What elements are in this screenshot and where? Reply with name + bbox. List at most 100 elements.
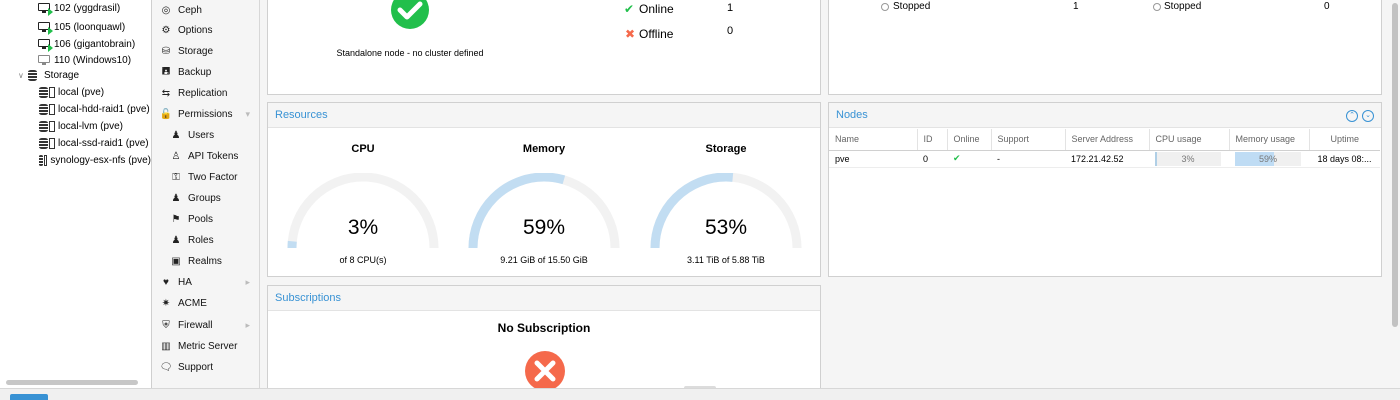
tree-item-label: 106 (gigantobrain) <box>54 39 136 50</box>
users-icon: ♟ <box>171 193 181 204</box>
menu-item-support[interactable]: 🗨 Support <box>152 357 259 378</box>
shield-icon: ⛨ <box>162 320 170 331</box>
tree-item-storage-local-hdd-raid1[interactable]: local-hdd-raid1 (pve) <box>39 101 150 118</box>
memory-usage-bar: 59% <box>1235 151 1301 166</box>
retweet-icon: ⇆ <box>161 88 171 99</box>
floppy-icon: 🖪 <box>161 66 171 77</box>
gauge-detail-cpu: of 8 CPU(s) <box>339 255 387 265</box>
gauge-value-storage: 53% <box>704 216 748 239</box>
vm-stopped-count: 1 <box>1073 1 1079 12</box>
resources-panel-title: Resources <box>268 103 820 128</box>
tree-item-storage-synology[interactable]: synology-esx-nfs (pve) <box>39 152 151 169</box>
vm-running-icon <box>38 39 53 52</box>
tree-item-label: local-hdd-raid1 (pve) <box>58 104 150 115</box>
vertical-scrollbar[interactable] <box>1392 3 1398 327</box>
cell-id: 0 <box>917 150 947 168</box>
menu-item-realms[interactable]: ▣ Realms <box>152 251 259 272</box>
chevron-down-icon[interactable]: ∨ <box>18 71 26 80</box>
cluster-status-text: Standalone node - no cluster defined <box>336 48 484 58</box>
chevron-right-icon[interactable]: ▸ <box>245 277 250 288</box>
storage-icon <box>39 155 43 166</box>
tree-item-vm-102[interactable]: 102 (yggdrasil) <box>38 0 120 17</box>
tree-item-vm-105[interactable]: 105 (loonquawl) <box>38 19 125 36</box>
heartbeat-icon: ♥ <box>163 277 169 288</box>
menu-item-backup[interactable]: 🖪 Backup <box>152 62 259 83</box>
column-header-server-address[interactable]: Server Address <box>1065 129 1150 151</box>
storage-icon <box>39 87 48 98</box>
ct-stopped-label: Stopped <box>1164 1 1202 12</box>
stopped-icon <box>1153 3 1161 11</box>
column-header-uptime[interactable]: Uptime <box>1309 129 1380 151</box>
close-icon: ✖ <box>625 27 636 41</box>
tree-item-storage-local-ssd-raid1[interactable]: local-ssd-raid1 (pve) <box>39 135 149 152</box>
gauge-title-memory: Memory <box>522 143 566 155</box>
cpu-usage-bar: 3% <box>1155 151 1221 166</box>
column-header-cpu-usage[interactable]: CPU usage <box>1149 129 1230 151</box>
collapse-up-icon[interactable]: ⌃ <box>1346 110 1358 122</box>
tree-item-label: local-lvm (pve) <box>58 121 124 132</box>
column-header-support[interactable]: Support <box>991 129 1066 151</box>
certificate-icon: ✷ <box>161 298 171 309</box>
menu-item-ha[interactable]: ♥ HA ▸ <box>152 272 259 293</box>
vm-running-icon <box>38 22 53 35</box>
column-header-online[interactable]: Online <box>947 129 992 151</box>
address-book-icon: ▣ <box>171 256 181 267</box>
cell-address: 172.21.42.52 <box>1065 150 1149 168</box>
tree-item-label: local (pve) <box>58 87 105 98</box>
menu-item-replication[interactable]: ⇆ Replication <box>152 83 259 104</box>
resources-panel: Resources CPU 3% of 8 CPU(s) Memory 59% … <box>267 102 821 277</box>
tree-item-storage-folder[interactable]: ∨ Storage <box>18 67 79 84</box>
menu-item-metric-server[interactable]: ▥ Metric Server <box>152 336 259 357</box>
menu-item-ceph[interactable]: ◎ Ceph <box>152 0 259 21</box>
storage-folder-icon <box>28 70 37 81</box>
comments-icon: 🗨 <box>159 362 173 373</box>
cell-name: pve <box>829 150 917 168</box>
user-icon: ♟ <box>171 130 181 141</box>
menu-item-roles[interactable]: ♟ Roles <box>152 230 259 251</box>
check-circle-icon <box>391 0 429 29</box>
check-icon: ✔ <box>624 2 635 16</box>
datacenter-menu: ◎ Ceph ⚙ Options ⛁ Storage 🖪 Backup ⇆ Replica… <box>152 0 260 388</box>
menu-item-acme[interactable]: ✷ ACME <box>152 293 259 314</box>
column-header-memory-usage[interactable]: Memory usage <box>1229 129 1310 151</box>
online-label: Online <box>639 2 674 16</box>
menu-item-two-factor[interactable]: ⚿ Two Factor <box>152 167 259 188</box>
menu-item-users[interactable]: ♟ Users <box>152 125 259 146</box>
tags-icon: ⚑ <box>171 214 181 225</box>
menu-item-storage[interactable]: ⛁ Storage <box>152 41 259 62</box>
health-panel: Standalone node - no cluster defined ✔ O… <box>267 0 821 95</box>
column-header-id[interactable]: ID <box>917 129 948 151</box>
tree-item-label: local-ssd-raid1 (pve) <box>58 138 149 149</box>
subscriptions-panel-title: Subscriptions <box>268 286 820 311</box>
tree-item-vm-106[interactable]: 106 (gigantobrain) <box>38 36 135 53</box>
menu-item-groups[interactable]: ♟ Groups <box>152 188 259 209</box>
collapse-down-icon[interactable]: ⌄ <box>1362 110 1374 122</box>
offline-count: 0 <box>727 25 734 37</box>
tree-item-label: synology-esx-nfs (pve) <box>50 155 151 166</box>
chevron-right-icon[interactable]: ▸ <box>245 320 250 331</box>
tasks-tab[interactable] <box>10 394 48 400</box>
key-icon: ⚿ <box>172 172 180 183</box>
user-outline-icon: ♙ <box>171 151 181 162</box>
tree-item-storage-local-lvm[interactable]: local-lvm (pve) <box>39 118 123 135</box>
menu-item-pools[interactable]: ⚑ Pools <box>152 209 259 230</box>
menu-item-options[interactable]: ⚙ Options <box>152 20 259 41</box>
horizontal-scrollbar[interactable] <box>6 380 138 385</box>
table-row[interactable]: pve 0 ✔ - 172.21.42.52 3% 59% 18 days 08… <box>829 150 1380 168</box>
nodes-panel-title: Nodes <box>829 103 1381 128</box>
menu-item-api-tokens[interactable]: ♙ API Tokens <box>152 146 259 167</box>
chevron-down-icon[interactable]: ▾ <box>245 109 250 120</box>
subscriptions-panel: Subscriptions No Subscription <box>267 285 821 395</box>
gauge-value-cpu: 3% <box>347 216 379 239</box>
resource-tree[interactable]: 102 (yggdrasil) 105 (loonquawl) 106 (gig… <box>0 0 152 388</box>
menu-item-permissions[interactable]: 🔓 Permissions ▾ <box>152 104 259 125</box>
column-header-name[interactable]: Name <box>829 129 918 151</box>
vm-stopped-icon <box>38 55 51 66</box>
times-circle-icon <box>525 351 565 391</box>
male-icon: ♟ <box>171 235 181 246</box>
bar-chart-icon: ▥ <box>161 341 171 352</box>
tree-item-label: 105 (loonquawl) <box>54 22 126 33</box>
tree-item-storage-local[interactable]: local (pve) <box>39 84 104 101</box>
gauge-detail-storage: 3.11 TiB of 5.88 TiB <box>687 255 765 265</box>
menu-item-firewall[interactable]: ⛨ Firewall ▸ <box>152 315 259 336</box>
